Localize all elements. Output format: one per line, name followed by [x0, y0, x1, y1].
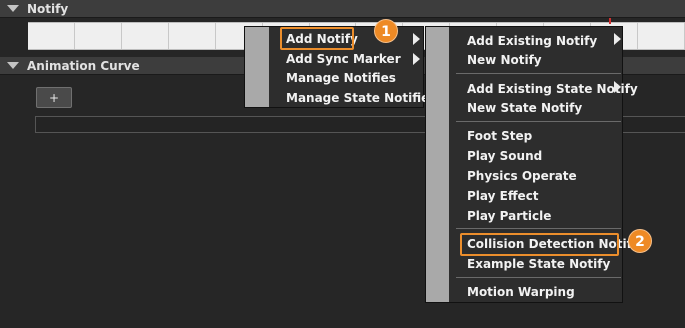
menu-item-add-existing-notify[interactable]: Add Existing Notify	[467, 33, 597, 49]
track-cell[interactable]	[75, 23, 122, 49]
collapse-triangle-icon[interactable]	[7, 5, 19, 12]
collapse-triangle-icon[interactable]	[7, 62, 19, 69]
menu-separator	[456, 228, 621, 229]
menu-item-example-state-notify[interactable]: Example State Notify	[467, 256, 610, 272]
menu-item-physics-operate[interactable]: Physics Operate	[467, 168, 577, 184]
curve-section-title: Animation Curve	[27, 58, 140, 73]
track-cell[interactable]	[169, 23, 216, 49]
menu-separator	[456, 277, 621, 278]
menu-item-manage-state-notifies[interactable]: Manage State Notifies	[286, 90, 436, 106]
menu-separator	[456, 73, 621, 74]
track-cell[interactable]	[28, 23, 75, 49]
menu-item-play-particle[interactable]: Play Particle	[467, 208, 551, 224]
menu-item-manage-notifies[interactable]: Manage Notifies	[286, 70, 396, 86]
notify-section-header[interactable]: Notify	[0, 0, 685, 18]
submenu-arrow-icon	[614, 33, 621, 45]
menu-item-foot-step[interactable]: Foot Step	[467, 128, 532, 144]
notify-submenu: Add Existing Notify New Notify Add Exist…	[425, 26, 640, 303]
submenu-arrow-icon	[413, 53, 420, 65]
menu-item-play-effect[interactable]: Play Effect	[467, 188, 539, 204]
step-badge-2: 2	[628, 229, 652, 253]
menu-separator	[456, 121, 621, 122]
submenu-arrow-icon	[413, 33, 420, 45]
menu-item-play-sound[interactable]: Play Sound	[467, 148, 542, 164]
menu-gutter	[426, 27, 449, 302]
menu-item-motion-warping[interactable]: Motion Warping	[467, 284, 575, 300]
step-badge-1: 1	[374, 19, 398, 43]
menu-item-add-sync-marker[interactable]: Add Sync Marker	[286, 51, 401, 67]
menu-item-new-state-notify[interactable]: New State Notify	[467, 100, 582, 116]
track-cell[interactable]	[638, 23, 685, 49]
highlight-collision-detection-notify	[460, 233, 619, 256]
highlight-add-notify	[280, 27, 354, 50]
track-cell[interactable]	[122, 23, 169, 49]
menu-item-new-notify[interactable]: New Notify	[467, 52, 542, 68]
playhead-marker	[609, 18, 611, 24]
notify-section-title: Notify	[27, 1, 69, 16]
menu-gutter	[245, 27, 269, 107]
submenu-arrow-icon	[614, 81, 621, 93]
menu-item-add-existing-state-notify[interactable]: Add Existing State Notify	[467, 81, 638, 97]
add-curve-button[interactable]: +	[36, 87, 72, 108]
